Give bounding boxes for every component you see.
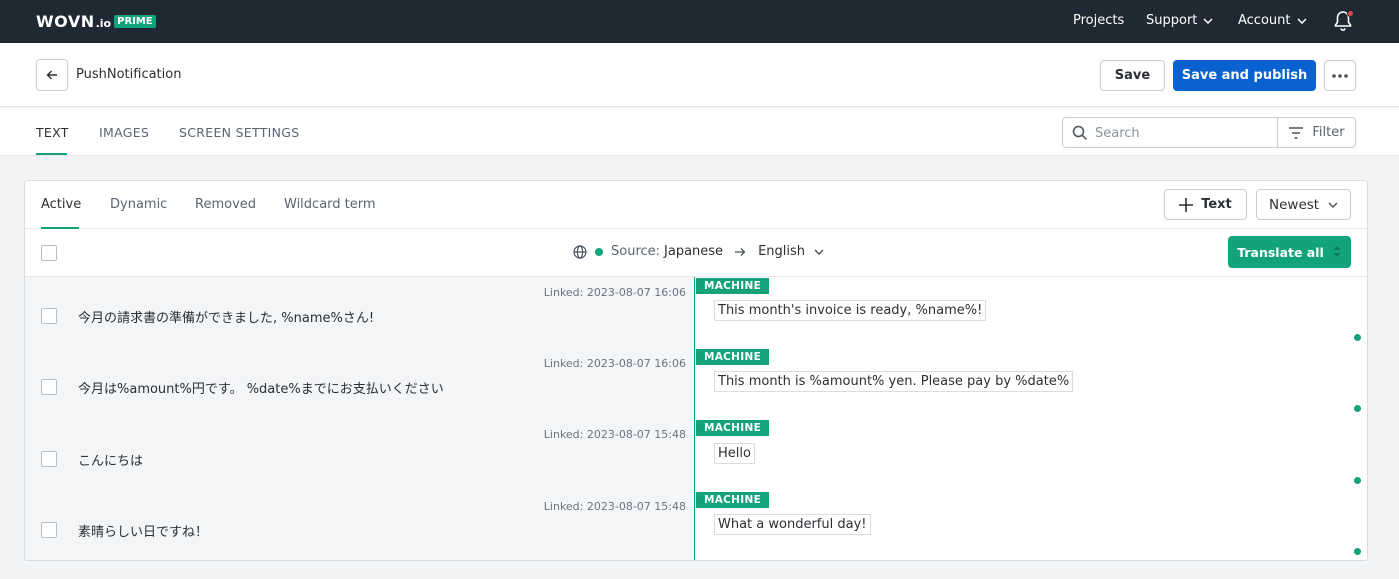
- list-controls: Source: Japanese English Translate all: [25, 229, 1367, 277]
- content-tabs: TEXT IMAGES SCREEN SETTINGS Filter: [0, 108, 1399, 156]
- linked-timestamp: Linked: 2023-08-07 16:06: [543, 286, 686, 299]
- translate-all-button[interactable]: Translate all: [1228, 236, 1351, 268]
- save-and-publish-button[interactable]: Save and publish: [1173, 60, 1316, 91]
- search-icon: [1072, 125, 1088, 141]
- filter-label: Filter: [1312, 125, 1345, 140]
- top-nav: WOVN .io PRIME Projects Support Account: [0, 0, 1399, 43]
- source-cell: Linked: 2023-08-07 16:06 今月の請求書の準備ができました…: [25, 277, 695, 348]
- more-options-button[interactable]: [1324, 60, 1356, 91]
- status-dot: [1354, 334, 1361, 341]
- source-text: 今月の請求書の準備ができました, %name%さん!: [78, 311, 375, 326]
- source-cell: Linked: 2023-08-07 15:48 素晴らしい日ですね！: [25, 491, 695, 560]
- chevron-down-icon: [814, 249, 824, 255]
- translation-text[interactable]: Hello: [714, 443, 755, 464]
- translation-cell: MACHINE This month's invoice is ready, %…: [696, 277, 1367, 348]
- filter-icon: [1289, 126, 1304, 139]
- save-button[interactable]: Save: [1100, 60, 1165, 91]
- linked-timestamp: Linked: 2023-08-07 15:48: [543, 500, 686, 513]
- chevron-down-icon: [1296, 17, 1307, 24]
- linked-timestamp: Linked: 2023-08-07 16:06: [543, 357, 686, 370]
- back-arrow-icon: [46, 70, 57, 80]
- add-text-button[interactable]: Text: [1164, 189, 1247, 220]
- chevron-down-icon: [1203, 17, 1213, 24]
- logo-suffix: .io: [95, 17, 112, 30]
- tab-screen-settings[interactable]: SCREEN SETTINGS: [179, 125, 300, 140]
- status-tabs: Active Dynamic Removed Wildcard term Tex…: [25, 181, 1367, 229]
- search-input[interactable]: [1095, 123, 1270, 143]
- status-dot: [1354, 548, 1361, 555]
- nav-projects[interactable]: Projects: [1073, 13, 1124, 28]
- subtab-wildcard-term[interactable]: Wildcard term: [284, 197, 376, 212]
- translation-cell: MACHINE What a wonderful day!: [696, 491, 1367, 560]
- machine-badge: MACHINE: [696, 278, 770, 294]
- text-row: Linked: 2023-08-07 15:48 素晴らしい日ですね！ MACH…: [25, 491, 1367, 560]
- row-checkbox[interactable]: [41, 451, 57, 467]
- text-row: Linked: 2023-08-07 16:06 今月は%amount%円です。…: [25, 348, 1367, 419]
- source-text: 素晴らしい日ですね！: [78, 525, 209, 540]
- nav-support[interactable]: Support: [1146, 13, 1213, 28]
- globe-icon: [573, 244, 587, 259]
- source-status-dot: [595, 247, 603, 256]
- sort-updown-icon: [1333, 246, 1341, 257]
- status-dot: [1354, 405, 1361, 412]
- arrow-right-icon: [735, 247, 746, 256]
- filter-button[interactable]: Filter: [1277, 117, 1356, 148]
- status-dot: [1354, 477, 1361, 484]
- machine-badge: MACHINE: [696, 349, 770, 365]
- notifications-button[interactable]: [1333, 10, 1355, 32]
- row-checkbox[interactable]: [41, 379, 57, 395]
- translation-text[interactable]: This month's invoice is ready, %name%!: [714, 300, 987, 321]
- active-tab-indicator: [36, 153, 67, 155]
- nav-projects-label: Projects: [1073, 13, 1125, 28]
- text-row: Linked: 2023-08-07 15:48 こんにちは MACHINE H…: [25, 419, 1367, 491]
- page-title: PushNotification: [76, 67, 182, 82]
- row-checkbox[interactable]: [41, 308, 57, 324]
- chevron-down-icon: [1328, 202, 1338, 208]
- source-language: Japanese: [664, 244, 724, 259]
- notification-dot: [1347, 10, 1354, 17]
- nav-account[interactable]: Account: [1238, 13, 1307, 28]
- subtab-removed[interactable]: Removed: [195, 197, 256, 212]
- target-language-select[interactable]: English: [758, 244, 824, 259]
- row-checkbox[interactable]: [41, 522, 57, 538]
- text-list-panel: Active Dynamic Removed Wildcard term Tex…: [24, 180, 1368, 561]
- wovn-logo[interactable]: WOVN .io PRIME: [36, 12, 156, 31]
- plus-icon: [1179, 197, 1194, 212]
- sort-select[interactable]: Newest: [1256, 189, 1351, 220]
- source-cell: Linked: 2023-08-07 16:06 今月は%amount%円です。…: [25, 348, 695, 419]
- target-language: English: [758, 244, 806, 259]
- linked-timestamp: Linked: 2023-08-07 15:48: [543, 428, 686, 441]
- sort-value: Newest: [1269, 196, 1320, 213]
- more-icon: [1332, 73, 1348, 78]
- back-button[interactable]: [36, 59, 68, 91]
- source-cell: Linked: 2023-08-07 15:48 こんにちは: [25, 419, 695, 491]
- select-all-checkbox[interactable]: [41, 245, 57, 261]
- logo-brand: WOVN: [36, 12, 95, 31]
- nav-account-label: Account: [1238, 13, 1291, 28]
- subtab-dynamic[interactable]: Dynamic: [110, 197, 167, 212]
- nav-support-label: Support: [1146, 13, 1198, 28]
- translation-cell: MACHINE This month is %amount% yen. Plea…: [696, 348, 1367, 419]
- search-field[interactable]: [1062, 117, 1278, 148]
- add-text-label: Text: [1201, 197, 1232, 212]
- machine-badge: MACHINE: [696, 420, 770, 436]
- language-pair: Source: Japanese English: [573, 244, 824, 259]
- translate-all-label: Translate all: [1237, 244, 1324, 260]
- tab-images[interactable]: IMAGES: [99, 125, 149, 140]
- text-row: Linked: 2023-08-07 16:06 今月の請求書の準備ができました…: [25, 277, 1367, 348]
- source-label: Source:: [611, 244, 661, 259]
- machine-badge: MACHINE: [696, 492, 770, 508]
- subtab-active[interactable]: Active: [41, 197, 81, 212]
- source-text: こんにちは: [78, 454, 144, 469]
- source-text: 今月は%amount%円です。 %date%までにお支払いください: [78, 382, 444, 397]
- translation-cell: MACHINE Hello: [696, 419, 1367, 491]
- translation-text[interactable]: This month is %amount% yen. Please pay b…: [714, 371, 1074, 392]
- plan-badge: PRIME: [114, 15, 156, 28]
- page-header: PushNotification Save Save and publish: [0, 43, 1399, 107]
- tab-text[interactable]: TEXT: [36, 125, 69, 140]
- translation-text[interactable]: What a wonderful day!: [714, 514, 871, 535]
